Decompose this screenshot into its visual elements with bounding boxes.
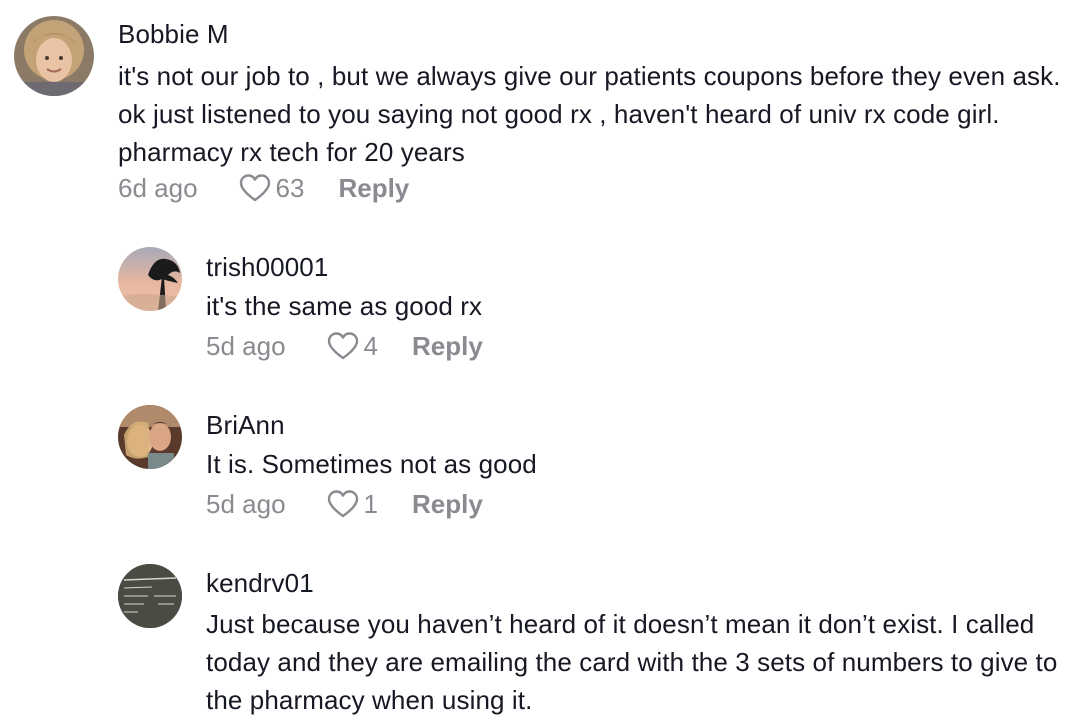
comment-text: Just because you haven’t heard of it doe… (206, 609, 1058, 715)
reply-button[interactable]: Reply (338, 173, 409, 204)
comment-item: Bobbie M it's not our job to , but we al… (0, 0, 1092, 220)
comment-text: it's the same as good rx (206, 291, 483, 321)
comment-username[interactable]: Bobbie M (118, 19, 229, 50)
reply-item: kendrv01 Just because you haven’t heard … (0, 558, 1092, 722)
reply-button[interactable]: Reply (412, 331, 483, 362)
avatar[interactable] (118, 247, 182, 311)
reply-button[interactable]: Reply (412, 489, 483, 520)
reply-item: trish00001 it's the same as good rx 5d a… (0, 240, 1092, 380)
comment-time: 5d ago (206, 488, 286, 519)
avatar[interactable] (118, 564, 182, 628)
comment-text: it's not our job to , but we always give… (118, 61, 1061, 167)
heart-outline-icon (327, 490, 358, 518)
comment-meta: 5d ago 1 Reply (206, 485, 483, 523)
like-count: 1 (363, 488, 378, 519)
comment-meta: 6d ago 63 Reply (118, 169, 409, 207)
comment-meta: 5d ago 4 Reply (206, 327, 483, 365)
heart-outline-icon (327, 332, 358, 360)
comment-time: 5d ago (206, 330, 286, 361)
like-count: 4 (363, 330, 378, 361)
like-button[interactable]: 63 (238, 173, 339, 204)
heart-outline-icon (239, 174, 270, 202)
like-count: 63 (275, 172, 305, 203)
reply-item: BriAnn It is. Sometimes not as good 5d a… (0, 398, 1092, 538)
comment-username[interactable]: kendrv01 (206, 568, 314, 599)
avatar[interactable] (118, 405, 182, 469)
comment-username[interactable]: trish00001 (206, 252, 328, 283)
comment-username[interactable]: BriAnn (206, 410, 285, 441)
comment-time: 6d ago (118, 172, 198, 203)
comment-text: It is. Sometimes not as good (206, 449, 537, 479)
like-button[interactable]: 1 (326, 489, 412, 520)
avatar[interactable] (14, 16, 94, 96)
like-button[interactable]: 4 (326, 331, 412, 362)
